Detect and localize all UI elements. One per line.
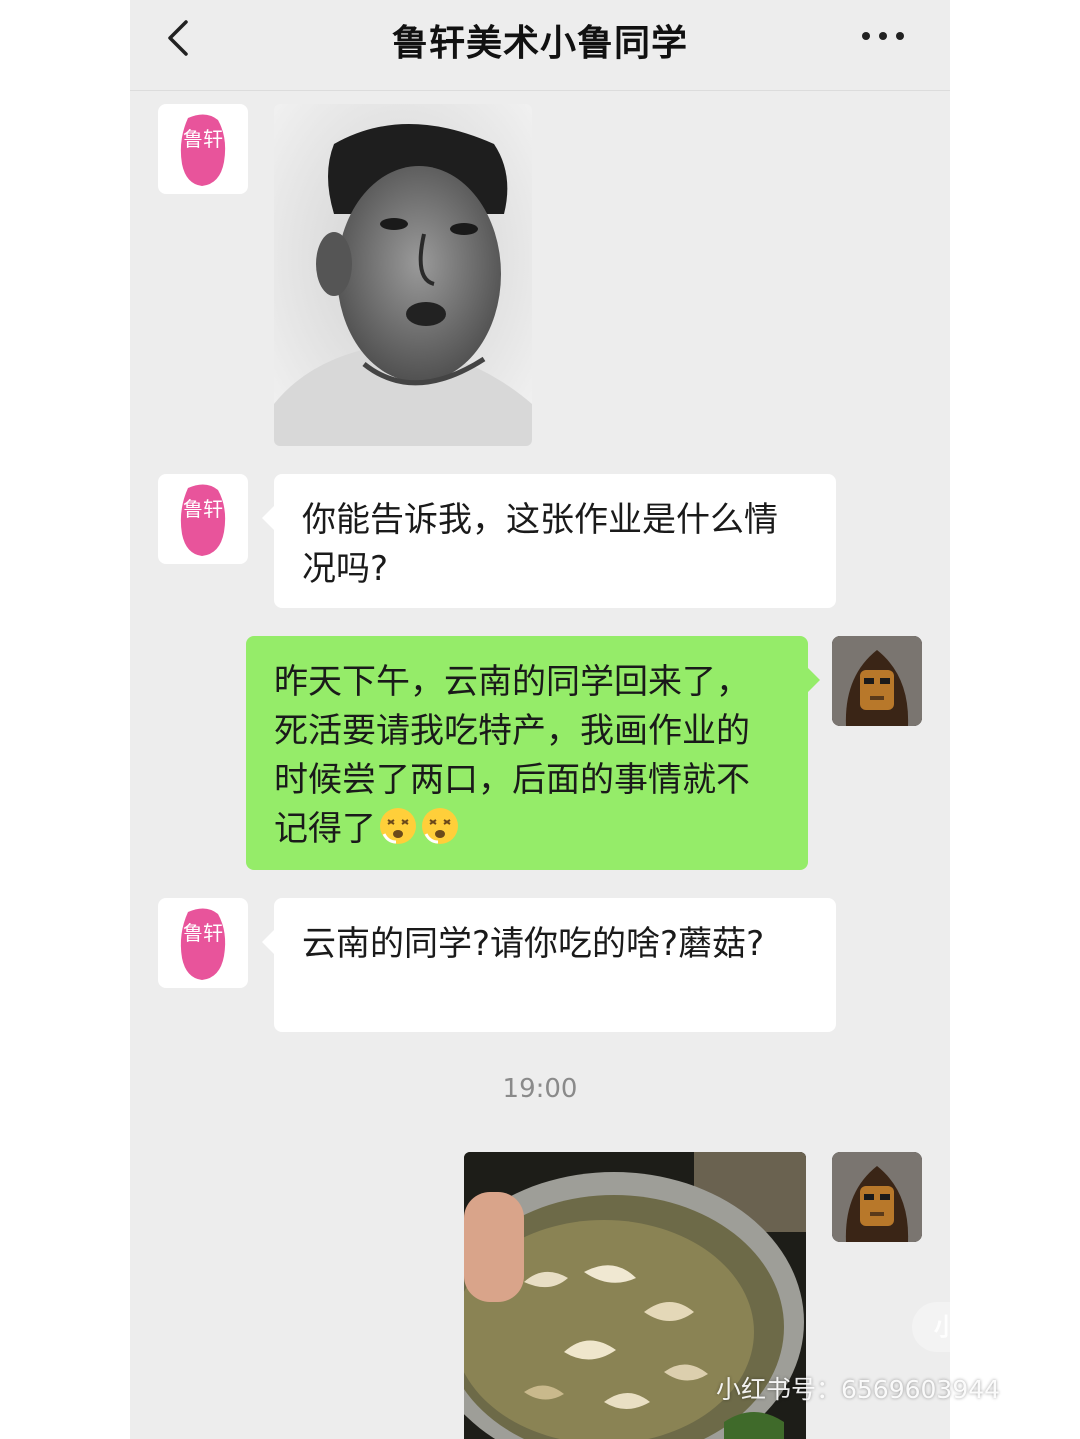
image-message-portrait[interactable]	[274, 104, 532, 446]
message-text: 云南的同学?请你吃的啥?蘑菇?	[302, 924, 765, 964]
avatar-seal-char-3: 鲁轩	[183, 921, 223, 945]
message-bubble-incoming[interactable]: 你能告诉我，这张作业是什么情况吗?	[262, 474, 836, 608]
portrait-sketch-image	[274, 104, 532, 446]
seal-logo-icon: 鲁轩	[180, 114, 226, 186]
chat-screen: 鲁轩美术小鲁同学 鲁轩 鲁轩 你能告诉我，这张作业是什么情况吗? 昨天下午，云南…	[130, 0, 950, 1439]
message-text: 你能告诉我，这张作业是什么情况吗?	[302, 500, 778, 589]
chat-title: 鲁轩美术小鲁同学	[391, 23, 688, 64]
user-avatar-icon	[832, 636, 922, 726]
user-avatar-icon	[832, 1152, 922, 1242]
message-timestamp: 19:00	[502, 1074, 578, 1104]
avatar-seal-char-1: 鲁轩	[183, 127, 223, 151]
message-bubble-outgoing[interactable]: 昨天下午，云南的同学回来了，死活要请我吃特产，我画作业的时候尝了两口，后面的事情…	[246, 636, 820, 870]
message-text: 昨天下午，云南的同学回来了，死活要请我吃特产，我画作业的时候尝了两口，后面的事情…	[274, 662, 750, 849]
chat-header: 鲁轩美术小鲁同学	[130, 0, 950, 91]
more-dots-icon[interactable]	[860, 26, 906, 46]
watermark-logo: 小红书	[912, 1302, 1028, 1352]
watermark-id: 小红书号：6569603944	[716, 1375, 1001, 1404]
dizzy-face-emoji-icon	[422, 808, 458, 844]
seal-logo-icon: 鲁轩	[180, 908, 226, 980]
contact-avatar[interactable]: 鲁轩	[158, 898, 248, 988]
contact-avatar[interactable]: 鲁轩	[158, 474, 248, 564]
my-avatar[interactable]	[832, 636, 922, 726]
message-bubble-incoming[interactable]: 云南的同学?请你吃的啥?蘑菇?	[262, 898, 836, 1032]
avatar-seal-char-2: 鲁轩	[183, 497, 223, 521]
my-avatar[interactable]	[832, 1152, 922, 1242]
seal-logo-icon: 鲁轩	[180, 484, 226, 556]
contact-avatar[interactable]: 鲁轩	[158, 104, 248, 194]
dizzy-face-emoji-icon	[380, 808, 416, 844]
